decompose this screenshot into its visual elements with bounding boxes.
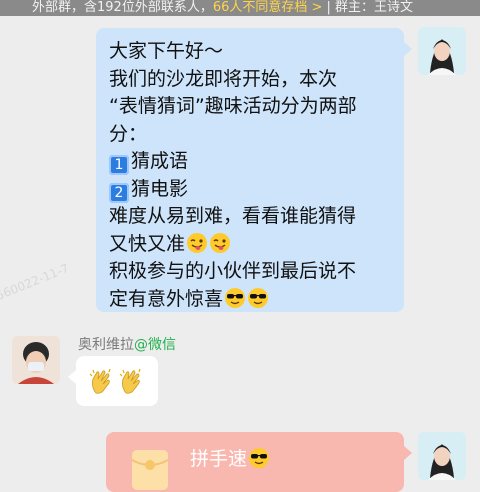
red-packet-icon [131,450,169,490]
watermark: 560022-11-7 [0,261,71,303]
message-line: 分： [109,122,148,145]
message-line-text: 又快又准 [109,232,186,255]
message-line: 大家下午好～ [109,40,224,62]
wink-tongue-emoji-icon [210,232,231,253]
keycap-two-icon: 2 [109,182,129,203]
message-line-text: 猜电影 [131,177,189,200]
message-line-text: 猜成语 [131,150,189,172]
message-text: 大家下午好～ 我们的沙龙即将开始，本次 “表情猜词”趣味活动分为两部 分： 1猜… [109,38,357,313]
message-line: 积极参与的小伙伴到最后说不 [109,260,357,282]
clapping-hands-emoji-icon [119,368,141,394]
message-bubble-reply[interactable] [68,356,158,406]
message-line-text: 定有意外惊喜 [109,287,224,310]
message-line-emoji: 又快又准 [109,231,357,259]
sender-avatar[interactable] [12,336,60,384]
sender-avatar[interactable] [418,27,466,75]
red-packet-title: 拼手速 [190,444,270,471]
sender-name: 奥利维拉 [78,337,134,353]
group-owner-text: | 群主：王诗文 [326,0,414,15]
avatar-photo-icon [418,432,466,480]
sunglasses-emoji-icon [248,287,269,308]
sender-avatar[interactable] [418,432,466,480]
child-avatar-photo-icon [12,336,60,384]
red-packet-bubble[interactable]: 拼手速 [106,432,412,492]
avatar-photo-icon [418,27,466,75]
message-bubble-announcement[interactable]: 大家下午好～ 我们的沙龙即将开始，本次 “表情猜词”趣味活动分为两部 分： 1猜… [96,28,412,313]
clapping-hands-emoji-icon [89,368,111,394]
message-line: 我们的沙龙即将开始，本次 [109,67,338,90]
message-line: “表情猜词”趣味活动分为两部 [109,95,357,117]
wink-tongue-emoji-icon [187,232,208,253]
group-info-text: 外部群，含192位外部联系人， [32,0,213,15]
sunglasses-emoji-icon [225,287,246,308]
message-line-item: 1 猜成语 [109,148,357,176]
sender-source: @微信 [134,337,176,353]
message-line-item: 2 猜电影 [109,176,357,204]
bubble-tail [68,370,76,384]
sunglasses-emoji-icon [249,448,270,468]
archive-warning-link[interactable]: 66人不同意存档 > [213,0,323,15]
group-info-bar[interactable]: 外部群，含192位外部联系人，66人不同意存档 > | 群主：王诗文 [0,0,480,16]
bubble-tail [404,446,412,460]
sender-label: 奥利维拉@微信 [78,334,176,354]
keycap-one-icon: 1 [109,155,129,175]
red-packet-text: 拼手速 [190,448,248,470]
bubble-tail [404,42,412,56]
message-line-emoji: 定有意外惊喜 [109,286,357,314]
message-line: 难度从易到难，看看谁能猜得 [109,205,357,227]
